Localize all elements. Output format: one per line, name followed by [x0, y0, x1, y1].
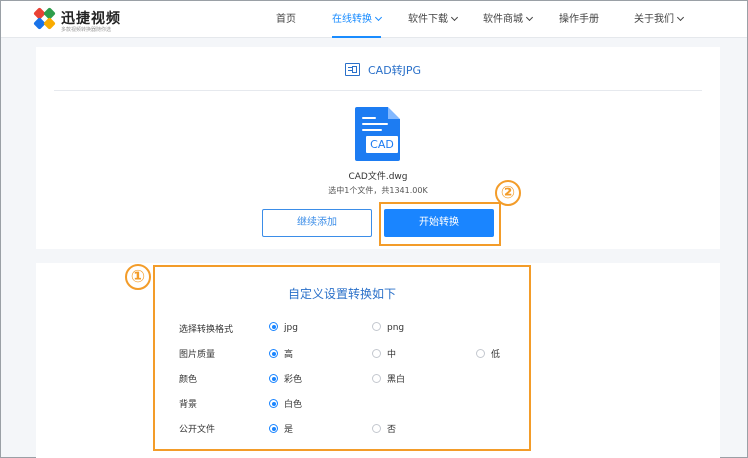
radio-unchecked-icon[interactable]: [372, 349, 381, 358]
image-file-icon: [345, 63, 360, 76]
setting-label-public: 公开文件: [179, 425, 216, 435]
nav-manual-label: 操作手册: [559, 14, 599, 25]
file-type-tag: CAD: [366, 136, 398, 153]
nav-online-convert-label: 在线转换: [332, 14, 372, 25]
option-label: 低: [491, 350, 501, 360]
radio-unchecked-icon[interactable]: [372, 374, 381, 383]
step-1-badge: ①: [125, 264, 151, 290]
radio-checked-icon[interactable]: [269, 322, 278, 331]
option-jpg[interactable]: jpg: [269, 322, 298, 333]
file-line: [362, 123, 388, 125]
radio-unchecked-icon[interactable]: [372, 322, 381, 331]
option-color[interactable]: 彩色: [269, 372, 302, 385]
cad-file-icon: CAD: [355, 107, 400, 161]
start-button-highlight: [379, 202, 501, 246]
file-line: [362, 129, 382, 131]
setting-label-quality: 图片质量: [179, 350, 216, 360]
option-quality-high[interactable]: 高: [269, 347, 293, 360]
nav-software-store-label: 软件商城: [483, 14, 523, 25]
brand-slogan: 多款视频转换器随你选: [61, 27, 112, 33]
upload-panel: CAD转JPG CAD CAD文件.dwg 选中1个文件，共1341.00K 继…: [36, 47, 720, 249]
step-2-badge: ②: [495, 180, 521, 206]
radio-unchecked-icon[interactable]: [372, 424, 381, 433]
file-fold: [388, 107, 400, 119]
nav-about-label: 关于我们: [634, 14, 674, 25]
radio-unchecked-icon[interactable]: [476, 349, 485, 358]
option-label: jpg: [284, 323, 298, 333]
nav-software-download-label: 软件下载: [408, 14, 448, 25]
radio-checked-icon[interactable]: [269, 374, 278, 383]
nav-software-store[interactable]: 软件商城: [483, 1, 534, 38]
file-summary: 选中1个文件，共1341.00K: [328, 186, 428, 195]
option-quality-medium[interactable]: 中: [372, 347, 396, 360]
option-quality-low[interactable]: 低: [476, 347, 500, 360]
option-label: 黑白: [387, 375, 406, 385]
divider: [54, 90, 702, 91]
brand-name[interactable]: 迅捷视频: [61, 8, 121, 28]
setting-label-background: 背景: [179, 400, 198, 410]
file-line: [362, 117, 376, 119]
option-public-yes[interactable]: 是: [269, 422, 293, 435]
option-label: 高: [284, 350, 294, 360]
radio-checked-icon[interactable]: [269, 349, 278, 358]
chevron-down-icon: [374, 13, 383, 22]
nav-manual[interactable]: 操作手册: [559, 1, 599, 38]
radio-checked-icon[interactable]: [269, 424, 278, 433]
setting-label-format: 选择转换格式: [179, 325, 234, 335]
nav-home[interactable]: 首页: [276, 1, 296, 38]
settings-title: 自定义设置转换如下: [287, 287, 396, 301]
setting-label-color: 颜色: [179, 375, 198, 385]
top-navbar: 迅捷视频 多款视频转换器随你选 首页 在线转换 软件下载 软件商城 操作手册 关…: [1, 1, 747, 38]
nav-software-download[interactable]: 软件下载: [408, 1, 459, 38]
nav-online-convert[interactable]: 在线转换: [332, 1, 383, 38]
chevron-down-icon: [525, 13, 534, 22]
chevron-down-icon: [450, 13, 459, 22]
option-label: 否: [387, 425, 397, 435]
nav-about[interactable]: 关于我们: [634, 1, 685, 38]
radio-checked-icon[interactable]: [269, 399, 278, 408]
option-black-white[interactable]: 黑白: [372, 372, 405, 385]
option-public-no[interactable]: 否: [372, 422, 396, 435]
option-label: 是: [284, 425, 294, 435]
continue-add-button[interactable]: 继续添加: [262, 209, 372, 237]
option-white-bg[interactable]: 白色: [269, 397, 302, 410]
option-label: 中: [387, 350, 397, 360]
option-png[interactable]: png: [372, 322, 404, 333]
nav-home-label: 首页: [276, 14, 296, 25]
option-label: 彩色: [284, 375, 303, 385]
option-label: png: [387, 323, 405, 333]
option-label: 白色: [284, 400, 303, 410]
file-name: CAD文件.dwg: [348, 172, 408, 182]
logo-icon[interactable]: [33, 7, 56, 30]
tool-title: CAD转JPG: [368, 64, 422, 77]
chevron-down-icon: [676, 13, 685, 22]
